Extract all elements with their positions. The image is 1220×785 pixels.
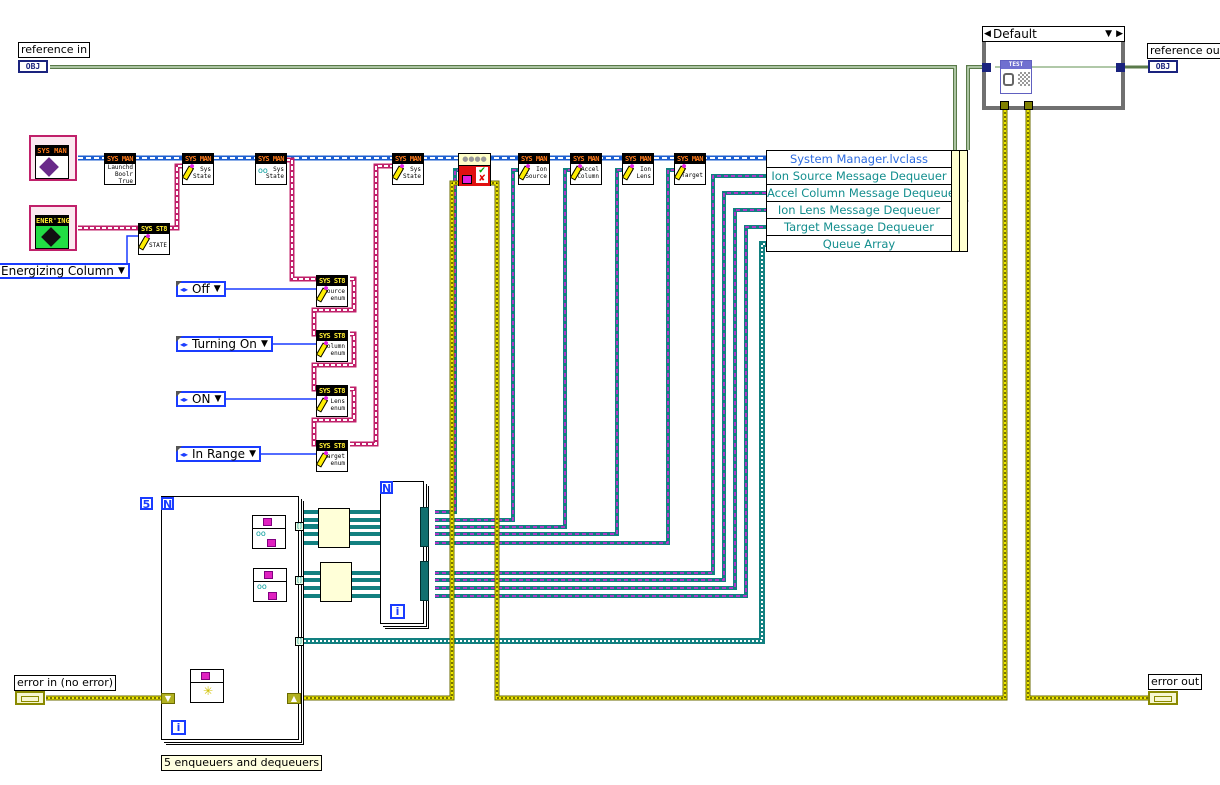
loop-count-terminal-2: N	[380, 481, 393, 495]
queue-icon	[264, 571, 273, 579]
case-selector-value: Default	[993, 27, 1037, 41]
target-state-enum[interactable]: ◂▸ In Range ▼	[176, 446, 261, 462]
reference-out-label: reference out	[1147, 43, 1220, 59]
loop-comment: 5 enqueuers and dequeuers	[161, 755, 323, 771]
output-tunnels-2[interactable]	[420, 561, 429, 601]
energizing-class-constant[interactable]: ENER'ING	[29, 205, 77, 251]
output-tunnels-1[interactable]	[420, 507, 429, 547]
increment-arrows-icon: ◂▸	[180, 285, 189, 294]
dropdown-arrow-icon: ▼	[260, 339, 268, 349]
bundle-spine	[951, 150, 968, 252]
source-state-enum[interactable]: ◂▸ Off ▼	[176, 281, 226, 297]
write-accel-column-subvi[interactable]: SYS MAN Accel Column	[569, 153, 602, 185]
indexing-tunnel[interactable]: []	[295, 637, 304, 646]
enum-value: ON	[192, 392, 211, 406]
lens-enum-subvi[interactable]: SYS ST8 Lens enum	[315, 385, 348, 417]
indexing-tunnel[interactable]: []	[295, 576, 304, 585]
error-in-terminal[interactable]	[15, 691, 45, 705]
stopwatch-icon	[1003, 73, 1014, 86]
index-array-node-2[interactable]	[320, 562, 352, 602]
increment-arrows-icon: ◂▸	[180, 340, 189, 349]
source-enum-subvi[interactable]: SYS ST8 Source enum	[315, 275, 348, 307]
increment-arrows-icon: ◂▸	[180, 395, 189, 404]
error-out-label: error out	[1148, 674, 1203, 690]
reference-in-label: reference in	[18, 42, 91, 58]
queue-icon	[263, 518, 272, 526]
write-sys-state-subvi[interactable]: SYS MAN Sys State	[181, 153, 214, 185]
bundle-element[interactable]: Accel Column Message Dequeuer	[767, 185, 960, 202]
increment-arrows-icon: ◂▸	[180, 450, 189, 459]
reference-out-terminal[interactable]: OBJ	[1148, 60, 1178, 73]
checkered-flag-icon	[1018, 72, 1030, 86]
bundle-by-name-node[interactable]: System Manager.lvclass Ion Source Messag…	[766, 150, 960, 253]
write-target-subvi[interactable]: SYS MAN Target	[673, 153, 706, 185]
sparkle-icon: ✳	[203, 684, 214, 698]
case-next-arrow-icon[interactable]: ▶	[1116, 27, 1123, 41]
queue-icon	[267, 539, 276, 547]
write-ion-lens-subvi[interactable]: SYS MAN Ion Lens	[621, 153, 654, 185]
dropdown-arrow-icon: ▼	[213, 284, 221, 294]
purple-cube-icon	[39, 157, 59, 177]
write-state-subvi[interactable]: SYS ST8 STATE	[137, 223, 170, 255]
glasses-icon: oo	[257, 582, 267, 591]
loop-iteration-terminal: i	[171, 720, 186, 735]
loop-count-constant[interactable]: 5	[140, 497, 153, 510]
glasses-icon: oo	[258, 166, 268, 175]
case-output-tunnel[interactable]	[1116, 63, 1125, 72]
queue-wire	[288, 168, 766, 598]
queue-reader-node-1[interactable]: oo	[252, 515, 286, 549]
reference-in-terminal[interactable]: OBJ	[18, 60, 48, 73]
case-prev-arrow-icon[interactable]: ◀	[984, 27, 991, 41]
obtain-queue-node[interactable]: ✳	[190, 669, 224, 703]
write-sys-state-subvi-2[interactable]: SYS MAN Sys State	[391, 153, 424, 185]
dropdown-arrow-icon: ▼	[214, 394, 222, 404]
loop-iteration-terminal-2: i	[390, 604, 405, 619]
enum-value: Turning On	[192, 337, 257, 351]
bundle-element[interactable]: Target Message Dequeuer	[767, 219, 951, 236]
queue-array-wire	[222, 241, 766, 676]
error-check-node[interactable]: ●●●● ✔ ✘	[458, 153, 491, 186]
lens-state-enum[interactable]: ◂▸ ON ▼	[176, 391, 227, 407]
case-error-out-tunnel[interactable]	[1024, 101, 1033, 110]
column-enum-subvi[interactable]: SYS ST8 Column enum	[315, 330, 348, 362]
case-error-in-tunnel[interactable]	[1000, 101, 1009, 110]
cluster-icon: ●●●●	[459, 154, 490, 166]
enum-value: Off	[192, 282, 210, 296]
test-case-subvi[interactable]: TEST CASE	[1000, 60, 1032, 94]
error-in-label: error in (no error)	[14, 675, 117, 691]
bundle-element[interactable]: Queue Array	[767, 236, 951, 253]
glasses-icon: oo	[256, 529, 266, 538]
system-manager-class-constant[interactable]: SYS MAN	[29, 135, 77, 181]
case-dropdown-icon[interactable]: ▼	[1105, 27, 1112, 41]
indexing-tunnel[interactable]: []	[295, 522, 304, 531]
error-out-terminal[interactable]	[1148, 691, 1178, 705]
enum-value: Energizing Column	[1, 264, 114, 278]
read-sys-state-subvi[interactable]: SYS MAN oo Sys State	[255, 153, 287, 185]
write-ion-source-subvi[interactable]: SYS MAN Ion Source	[517, 153, 550, 185]
queue-icon	[462, 175, 472, 184]
queue-icon	[201, 672, 210, 680]
case-selector[interactable]: ◀ Default ▼ ▶	[982, 26, 1125, 42]
enum-value: In Range	[192, 447, 245, 461]
target-enum-subvi[interactable]: SYS ST8 Target enum	[315, 440, 348, 472]
dropdown-arrow-icon: ▼	[249, 449, 256, 459]
green-cube-icon	[41, 227, 61, 247]
shift-register-left[interactable]: ▼	[161, 693, 175, 704]
index-array-node-1[interactable]	[318, 508, 350, 548]
bundle-element[interactable]: Ion Lens Message Dequeuer	[767, 202, 951, 219]
case-input-tunnel[interactable]	[982, 63, 991, 72]
loop-count-terminal: N	[161, 497, 174, 511]
queue-reader-node-2[interactable]: oo	[253, 568, 287, 602]
bundle-element[interactable]: System Manager.lvclass	[767, 151, 951, 168]
shift-register-right[interactable]: ▲	[287, 693, 301, 704]
queue-icon	[268, 592, 277, 600]
energizing-column-enum[interactable]: Energizing Column ▼	[0, 263, 130, 279]
checkmark-icon: ✔ ✘	[476, 167, 488, 184]
column-state-enum[interactable]: ◂▸ Turning On ▼	[176, 336, 273, 352]
launched-boolean-subvi[interactable]: SYS MAN Launchd Boolr True	[104, 153, 136, 185]
for-loop-distribute[interactable]	[380, 481, 424, 624]
dropdown-arrow-icon: ▼	[117, 266, 125, 276]
bundle-element[interactable]: Ion Source Message Dequeuer	[767, 168, 951, 185]
